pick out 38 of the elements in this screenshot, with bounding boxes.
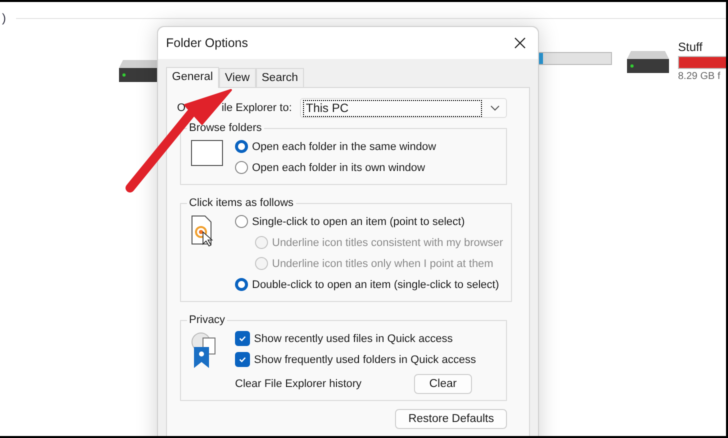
group-title: Privacy	[188, 314, 226, 326]
history-label: Clear File Explorer history	[235, 378, 362, 390]
radio-button[interactable]	[235, 140, 248, 153]
tab[interactable]: View	[218, 68, 256, 87]
drive-name: Stuff	[678, 40, 704, 54]
corner-text: )	[2, 11, 6, 25]
option-label: Show recently used files in Quick access	[254, 332, 453, 344]
checkbox[interactable]	[235, 352, 250, 367]
option-label: Double-click to open an item (single-click to select)	[252, 278, 499, 290]
clear-button[interactable]: Clear	[414, 374, 472, 394]
drive-icon	[627, 49, 669, 73]
radio-button[interactable]	[235, 215, 248, 228]
option-label: Open each folder in the same window	[252, 140, 436, 152]
dropdown-field[interactable]: This PC	[300, 98, 507, 118]
option-label: Single-click to open an item (point to select)	[252, 216, 465, 228]
drive-usage-bar	[678, 56, 726, 69]
group-title: Browse folders	[188, 122, 263, 134]
radio-button[interactable]	[235, 161, 248, 174]
window-title: Folder Options	[166, 36, 248, 50]
close-icon[interactable]	[514, 37, 526, 49]
checkbox[interactable]	[235, 331, 250, 346]
chevron-down-icon	[490, 105, 500, 111]
tab[interactable]: General	[166, 67, 219, 88]
window-icon	[191, 140, 223, 166]
option-label: Open each folder in its own window	[252, 162, 426, 174]
option-label: Underline icon titles consistent with my browser	[272, 236, 504, 248]
checkmark-icon	[238, 334, 247, 343]
restore-defaults-button[interactable]: Restore Defaults	[395, 409, 507, 429]
tab[interactable]: Search	[256, 68, 304, 87]
option-label: Underline icon titles only when I point at them	[272, 258, 494, 270]
label-fragment: O	[177, 102, 186, 114]
group-title: Click items as follows	[188, 197, 295, 209]
option-label: Show frequently used folders in Quick access	[254, 354, 476, 366]
field-label: ile Explorer to:	[222, 102, 292, 114]
checkmark-icon	[238, 355, 247, 364]
free-space-text: 8.29 GB f	[678, 71, 722, 82]
document-pointer-icon	[191, 215, 215, 247]
radio-button[interactable]	[235, 278, 248, 291]
